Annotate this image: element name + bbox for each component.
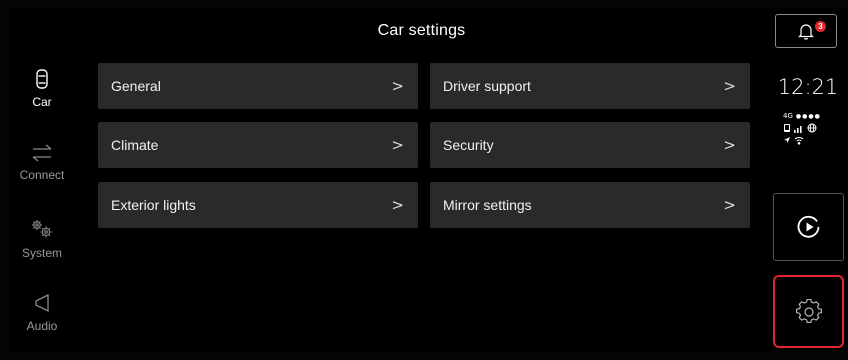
nav-item-label: Audio [26, 319, 58, 333]
car-icon [36, 69, 48, 89]
tile-mirror-settings[interactable]: Mirror settings > [430, 182, 750, 228]
connect-arrows-icon [32, 144, 52, 162]
main-content: Car settings General > Driver support > … [75, 8, 768, 352]
left-navigation: Car Connect System Audio [9, 8, 75, 352]
wifi-icon [794, 136, 804, 145]
tile-driver-support[interactable]: Driver support > [430, 63, 750, 109]
tile-label: Security [443, 137, 494, 153]
chevron-right-icon: > [723, 196, 736, 214]
tile-general[interactable]: General > [98, 63, 418, 109]
nav-item-label: Connect [19, 168, 65, 182]
chevron-right-icon: > [391, 77, 404, 95]
status-icons-row [783, 122, 843, 134]
gears-icon [32, 220, 52, 238]
tile-climate[interactable]: Climate > [98, 122, 418, 168]
chevron-right-icon: > [723, 77, 736, 95]
media-play-button[interactable] [773, 193, 844, 261]
bell-icon [798, 24, 814, 40]
status-indicators: 4G ●●●● [783, 110, 843, 146]
nav-item-connect[interactable]: Connect [9, 128, 75, 198]
screen-frame: Car Connect System Audio Car settings Ge… [0, 0, 848, 360]
chevron-right-icon: > [391, 136, 404, 154]
signal-bars-icon [794, 125, 802, 133]
network-row: 4G ●●●● [783, 110, 843, 122]
tile-label: Exterior lights [111, 197, 196, 213]
location-arrow-icon [784, 137, 790, 143]
phone-icon [784, 124, 790, 132]
globe-icon [807, 123, 817, 133]
chevron-right-icon: > [723, 136, 736, 154]
tile-label: Climate [111, 137, 159, 153]
nav-item-audio[interactable]: Audio [9, 278, 75, 348]
right-status-column: 3 12:21 4G ●●●● [768, 8, 848, 352]
page-title: Car settings [377, 22, 466, 39]
nav-item-system[interactable]: System [9, 204, 75, 274]
signal-dots: ●●●● [795, 112, 821, 120]
chevron-right-icon: > [391, 196, 404, 214]
tile-label: Mirror settings [443, 197, 532, 213]
network-type: 4G [783, 112, 793, 120]
tile-exterior-lights[interactable]: Exterior lights > [98, 182, 418, 228]
notifications-button[interactable]: 3 [775, 14, 837, 48]
tile-label: Driver support [443, 78, 531, 94]
nav-item-car[interactable]: Car [9, 54, 75, 124]
settings-button[interactable] [773, 275, 844, 348]
nav-item-label: Car [32, 95, 52, 109]
nav-item-label: System [21, 246, 62, 260]
status-icons-row-2 [783, 134, 843, 146]
speaker-icon [35, 293, 49, 313]
play-circle-icon [797, 215, 819, 238]
tile-label: General [111, 78, 161, 94]
clock: 12:21 [777, 75, 839, 99]
notification-count-badge: 3 [815, 21, 826, 32]
gear-icon [795, 298, 822, 323]
tile-security[interactable]: Security > [430, 122, 750, 168]
